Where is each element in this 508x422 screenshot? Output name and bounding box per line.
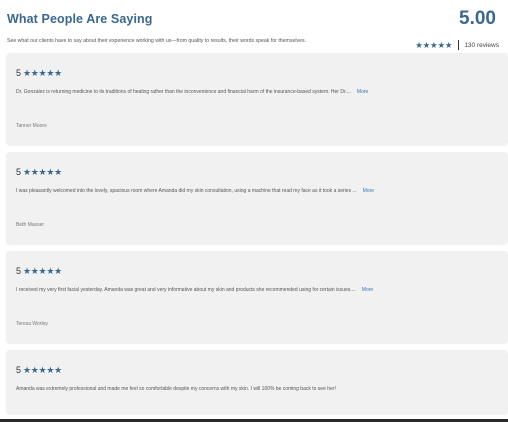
rating-value: 5 (16, 68, 22, 78)
rating-value: 5 (16, 365, 22, 375)
section-subtitle: See what our clients have to say about t… (7, 38, 306, 44)
rating-summary: ★★★★★ 130 reviews (415, 40, 499, 50)
review-text: Amanda was extremely professional and ma… (16, 386, 336, 392)
review-rating: 5 ★★★★★ (16, 365, 62, 375)
star-rating-icon: ★★★★★ (23, 265, 62, 276)
review-card: 5 ★★★★★ Amanda was extremely professiona… (6, 350, 508, 414)
review-body: I was pleasantly welcomed into the lovel… (16, 188, 357, 194)
review-list: 5 ★★★★★ Dr. Gonzalez is returning medici… (6, 53, 508, 421)
review-author: Teresa Worley (16, 321, 48, 327)
review-body: I received my very first facial yesterda… (16, 287, 356, 293)
review-text: I was pleasantly welcomed into the lovel… (16, 188, 374, 194)
review-rating: 5 ★★★★★ (16, 266, 62, 276)
review-body: Amanda was extremely professional and ma… (16, 386, 336, 392)
review-count: 130 reviews (464, 41, 499, 49)
star-rating-icon: ★★★★★ (23, 67, 62, 78)
reviews-header: What People Are Saying See what our clie… (7, 8, 502, 50)
rating-value: 5 (16, 266, 22, 276)
review-body: Dr. Gonzalez is returning medicine to it… (16, 89, 351, 95)
section-title: What People Are Saying (7, 12, 153, 26)
more-link[interactable]: More (362, 287, 373, 293)
star-rating-icon: ★★★★★ (415, 39, 453, 50)
average-rating: 5.00 (459, 8, 496, 29)
review-rating: 5 ★★★★★ (16, 68, 62, 78)
divider (458, 40, 460, 50)
star-rating-icon: ★★★★★ (23, 364, 62, 375)
review-author: Beth Masser (16, 222, 45, 228)
review-text: I received my very first facial yesterda… (16, 287, 373, 293)
review-text: Dr. Gonzalez is returning medicine to it… (16, 89, 368, 95)
more-link[interactable]: More (357, 89, 368, 95)
star-rating-icon: ★★★★★ (23, 166, 62, 177)
review-rating: 5 ★★★★★ (16, 167, 62, 177)
review-card: 5 ★★★★★ I received my very first facial … (6, 251, 508, 343)
review-author: Tanner Moore (16, 123, 47, 129)
review-card: 5 ★★★★★ Dr. Gonzalez is returning medici… (6, 53, 508, 145)
more-link[interactable]: More (363, 188, 374, 194)
rating-value: 5 (16, 167, 22, 177)
review-card: 5 ★★★★★ I was pleasantly welcomed into t… (6, 152, 508, 244)
